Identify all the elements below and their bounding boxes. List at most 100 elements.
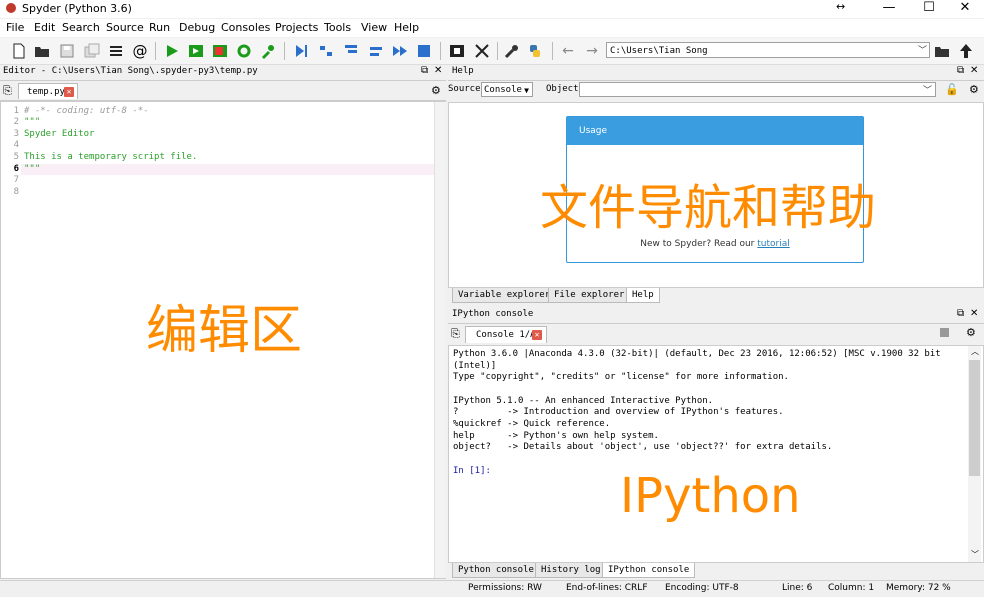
run-icon[interactable] <box>163 42 181 60</box>
status-bar: Permissions: RW End-of-lines: CRLF Encod… <box>0 580 984 597</box>
menu-view[interactable]: View <box>361 21 387 34</box>
menu-file[interactable]: File <box>6 21 24 34</box>
python-path-icon[interactable] <box>526 42 544 60</box>
menu-search[interactable]: Search <box>62 21 100 34</box>
console-line: (Intel)] <box>453 361 497 371</box>
code-line: # -*- coding: utf-8 -*- <box>24 106 149 116</box>
undock-icon[interactable]: ⧉ <box>957 65 964 76</box>
close-pane-icon[interactable]: ✕ <box>970 308 978 319</box>
run-again-icon[interactable] <box>235 42 253 60</box>
menu-source[interactable]: Source <box>106 21 144 34</box>
menu-tools[interactable]: Tools <box>324 21 351 34</box>
menu-run[interactable]: Run <box>149 21 170 34</box>
step-into-icon[interactable] <box>342 42 360 60</box>
menu-debug[interactable]: Debug <box>179 21 215 34</box>
maximize-pane-icon[interactable] <box>448 42 466 60</box>
browse-tabs-icon[interactable]: ⎘ <box>451 327 460 341</box>
options-gear-icon[interactable]: ⚙ <box>431 84 441 97</box>
console-line: ? -> Introduction and overview of IPytho… <box>453 407 784 417</box>
editor-tab-bar: ⎘ temp.py ✕ ⚙ <box>0 81 446 101</box>
lock-icon[interactable]: 🔓 <box>945 83 959 96</box>
usage-footer: New to Spyder? Read our tutorial <box>567 239 863 249</box>
menu-help[interactable]: Help <box>394 21 419 34</box>
status-memory: Memory: 72 % <box>886 583 951 593</box>
console-area-caption: IPython <box>620 468 801 524</box>
code-line: """ <box>24 117 41 127</box>
source-select[interactable]: Console ▼ <box>481 82 533 97</box>
close-pane-icon[interactable]: ✕ <box>434 65 442 76</box>
console-line: Type "copyright", "credits" or "license"… <box>453 372 789 382</box>
preferences-wrench-icon[interactable] <box>503 42 521 60</box>
close-tab-icon[interactable]: ✕ <box>532 330 542 340</box>
ipython-console-output[interactable]: Python 3.6.0 |Anaconda 4.3.0 (32-bit)| (… <box>448 345 984 563</box>
main-toolbar: @ ← → C:\Users\Tian Song ﹀ <box>0 38 984 65</box>
usage-title: Usage <box>567 117 863 145</box>
console-line: help -> Python's own help system. <box>453 431 659 441</box>
chevron-down-icon[interactable]: ﹀ <box>923 83 932 96</box>
console-tab[interactable]: Console 1/A ✕ <box>465 326 547 343</box>
run-cell-advance-icon[interactable] <box>211 42 229 60</box>
save-icon[interactable] <box>58 42 76 60</box>
step-return-icon[interactable] <box>367 42 385 60</box>
console-line: %quickref -> Quick reference. <box>453 419 611 429</box>
tab-file-explorer[interactable]: File explorer <box>548 288 631 303</box>
undock-icon[interactable]: ⧉ <box>421 65 428 76</box>
parent-directory-icon[interactable] <box>957 42 975 60</box>
at-symbol-icon[interactable]: @ <box>131 42 149 60</box>
console-pane-tabs: Python console History log IPython conso… <box>448 563 984 579</box>
input-prompt: In [1]: <box>453 466 491 476</box>
console-scrollbar[interactable]: ︿ ﹀ <box>968 346 981 562</box>
menu-consoles[interactable]: Consoles <box>221 21 270 34</box>
chevron-down-icon[interactable]: ﹀ <box>918 43 927 59</box>
minimize-button[interactable]: — <box>878 0 900 17</box>
tab-ipython-console[interactable]: IPython console <box>602 563 696 578</box>
close-tab-icon[interactable]: ✕ <box>64 87 74 97</box>
debug-icon[interactable] <box>292 42 310 60</box>
line-number: 2 <box>13 117 19 127</box>
tab-python-console[interactable]: Python console <box>452 563 540 578</box>
back-arrow-icon[interactable]: ← <box>559 42 577 60</box>
options-gear-icon[interactable]: ⚙ <box>966 326 976 339</box>
editor-scrollbar[interactable] <box>434 102 446 578</box>
maximize-button[interactable]: ☐ <box>918 0 940 17</box>
stop-icon[interactable] <box>415 42 433 60</box>
forward-arrow-icon[interactable]: → <box>583 42 601 60</box>
tab-help[interactable]: Help <box>626 288 660 303</box>
menu-projects[interactable]: Projects <box>275 21 318 34</box>
run-cell-icon[interactable] <box>187 42 205 60</box>
editor-tab-temp-py[interactable]: temp.py ✕ <box>18 83 78 99</box>
caret-down-icon: ▼ <box>524 86 529 95</box>
object-input[interactable]: ﹀ <box>579 82 936 97</box>
browse-folder-icon[interactable] <box>933 42 951 60</box>
tutorial-link[interactable]: tutorial <box>757 239 789 249</box>
tab-variable-explorer[interactable]: Variable explorer <box>452 288 557 303</box>
line-number: 8 <box>13 187 19 197</box>
resize-arrows-icon[interactable]: ↔ <box>836 0 845 13</box>
stop-kernel-icon[interactable] <box>940 328 949 337</box>
scrollbar-thumb[interactable] <box>969 360 980 476</box>
browse-tabs-icon[interactable]: ⎘ <box>3 84 12 98</box>
status-encoding: Encoding: UTF-8 <box>665 583 739 593</box>
code-line: This is a temporary script file. <box>24 152 198 162</box>
tab-history-log[interactable]: History log <box>535 563 607 578</box>
fullscreen-icon[interactable] <box>473 42 491 60</box>
menu-edit[interactable]: Edit <box>34 21 55 34</box>
step-icon[interactable] <box>317 42 335 60</box>
line-number: 1 <box>13 106 19 116</box>
working-directory-combo[interactable]: C:\Users\Tian Song ﹀ <box>606 42 930 58</box>
scroll-up-icon[interactable]: ︿ <box>971 346 979 357</box>
configure-run-icon[interactable] <box>259 42 277 60</box>
scroll-down-icon[interactable]: ﹀ <box>971 549 979 560</box>
options-gear-icon[interactable]: ⚙ <box>969 83 979 96</box>
toolbar-separator <box>155 42 156 60</box>
open-file-icon[interactable] <box>33 42 51 60</box>
undock-icon[interactable]: ⧉ <box>957 308 964 319</box>
close-pane-icon[interactable]: ✕ <box>970 65 978 76</box>
file-list-icon[interactable] <box>107 42 125 60</box>
continue-icon[interactable] <box>391 42 409 60</box>
save-all-icon[interactable] <box>83 42 101 60</box>
new-file-icon[interactable] <box>10 42 28 60</box>
close-button[interactable]: ✕ <box>954 0 976 17</box>
code-line: """ <box>24 164 41 174</box>
console-tab-label: Console 1/A <box>476 330 536 340</box>
